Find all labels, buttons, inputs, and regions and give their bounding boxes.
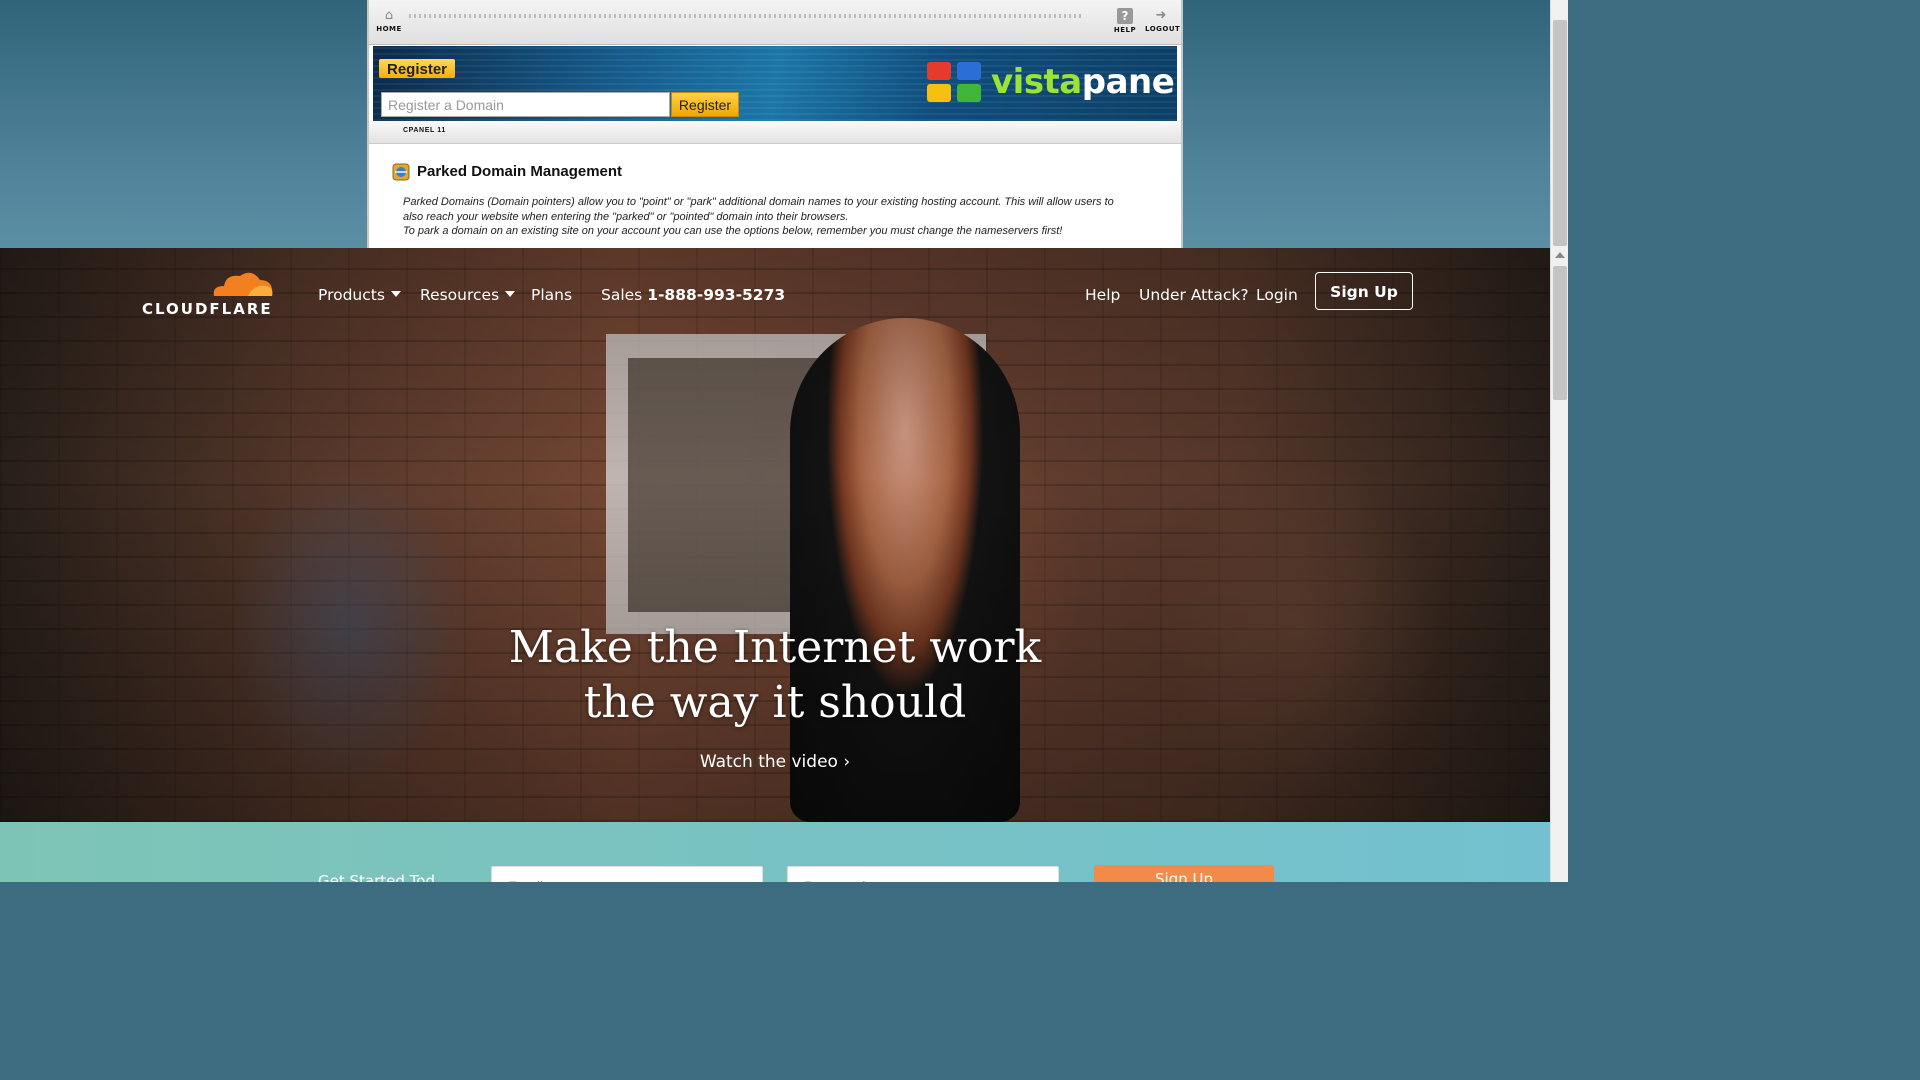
get-started-label: Get Started Tod xyxy=(318,872,435,882)
cpanel-bar: CPANEL 11 xyxy=(369,121,1181,144)
logout-button[interactable]: ➜ LOGOUT xyxy=(1145,8,1181,33)
nav-sales[interactable]: Sales 1-888-993-5273 xyxy=(601,286,785,304)
nav-resources[interactable]: Resources xyxy=(420,286,516,304)
register-domain-input[interactable] xyxy=(381,92,670,117)
top-frame-scrollbar[interactable] xyxy=(1550,0,1568,248)
scrollbar-thumb[interactable] xyxy=(1553,266,1567,400)
cloudflare-logo[interactable]: CLOUDFLARE xyxy=(142,268,282,318)
help-icon: ? xyxy=(1117,8,1133,24)
sign-up-button[interactable]: Sign Up xyxy=(1315,272,1413,310)
headline-line: the way it should xyxy=(583,677,967,728)
description-line: Parked Domains (Domain pointers) allow y… xyxy=(403,196,1114,208)
cpanel-label: CPANEL 11 xyxy=(403,127,446,134)
toolbar-dotted-rule xyxy=(409,14,1081,18)
register-tab[interactable]: Register xyxy=(379,59,455,78)
help-label: HELP xyxy=(1113,26,1137,34)
sales-phone-number: 1-888-993-5273 xyxy=(647,286,786,304)
password-field[interactable] xyxy=(787,866,1059,882)
description-line: To park a domain on an existing site on … xyxy=(403,225,1063,237)
scrollbar-thumb[interactable] xyxy=(1553,20,1567,246)
scroll-up-arrow-icon[interactable] xyxy=(1555,252,1565,258)
email-field[interactable] xyxy=(491,866,763,882)
headline-line: Make the Internet work xyxy=(508,622,1042,673)
register-button[interactable]: Register xyxy=(671,92,739,117)
watch-video-link[interactable]: Watch the video › xyxy=(0,752,1550,772)
cloud-icon xyxy=(213,272,273,296)
sales-label: Sales xyxy=(601,286,643,304)
description-line: also reach your website when entering th… xyxy=(403,210,849,223)
brand-part-vista: vista xyxy=(991,62,1082,102)
nav-plans[interactable]: Plans xyxy=(531,286,572,304)
logout-label: LOGOUT xyxy=(1145,25,1181,33)
vistapanel-brand: vistapanel xyxy=(991,62,1177,102)
nav-under-attack[interactable]: Under Attack? xyxy=(1139,286,1249,304)
parked-domain-icon xyxy=(392,163,410,181)
help-button[interactable]: ? HELP xyxy=(1109,8,1141,34)
logo-wordmark: CLOUDFLARE xyxy=(142,300,273,318)
home-label: HOME xyxy=(376,25,402,33)
nav-resources-label: Resources xyxy=(420,286,500,304)
cloudflare-hero: CLOUDFLARE Products Resources Plans Sale… xyxy=(0,248,1550,822)
home-button[interactable]: ⌂ HOME xyxy=(373,8,405,33)
nav-products[interactable]: Products xyxy=(318,286,401,304)
chevron-down-icon xyxy=(505,291,516,297)
nav-products-label: Products xyxy=(318,286,385,304)
section-title: Parked Domain Management xyxy=(417,163,623,180)
hero-headline: Make the Internet work the way it should xyxy=(0,620,1550,730)
section-description: Parked Domains (Domain pointers) allow y… xyxy=(403,195,1163,239)
vistapanel-logo-icon xyxy=(927,62,985,106)
nav-login[interactable]: Login xyxy=(1256,286,1298,304)
home-icon: ⌂ xyxy=(384,8,394,23)
logout-icon: ➜ xyxy=(1155,8,1167,23)
nav-help[interactable]: Help xyxy=(1085,286,1120,304)
get-started-bar: Get Started Tod Sign Up xyxy=(0,822,1550,882)
brand-part-panel: panel xyxy=(1081,62,1177,102)
get-started-sign-up-button[interactable]: Sign Up xyxy=(1094,865,1274,882)
page-scrollbar[interactable] xyxy=(1550,248,1568,882)
vistapanel-banner: Register Register vistapanel xyxy=(373,46,1177,121)
chevron-down-icon xyxy=(390,291,401,297)
vistapanel-window: ⌂ HOME ? HELP ➜ LOGOUT Register Register… xyxy=(367,0,1183,248)
vistapanel-toolbar: ⌂ HOME ? HELP ➜ LOGOUT xyxy=(369,0,1181,45)
cloudflare-nav: CLOUDFLARE Products Resources Plans Sale… xyxy=(0,248,1550,338)
